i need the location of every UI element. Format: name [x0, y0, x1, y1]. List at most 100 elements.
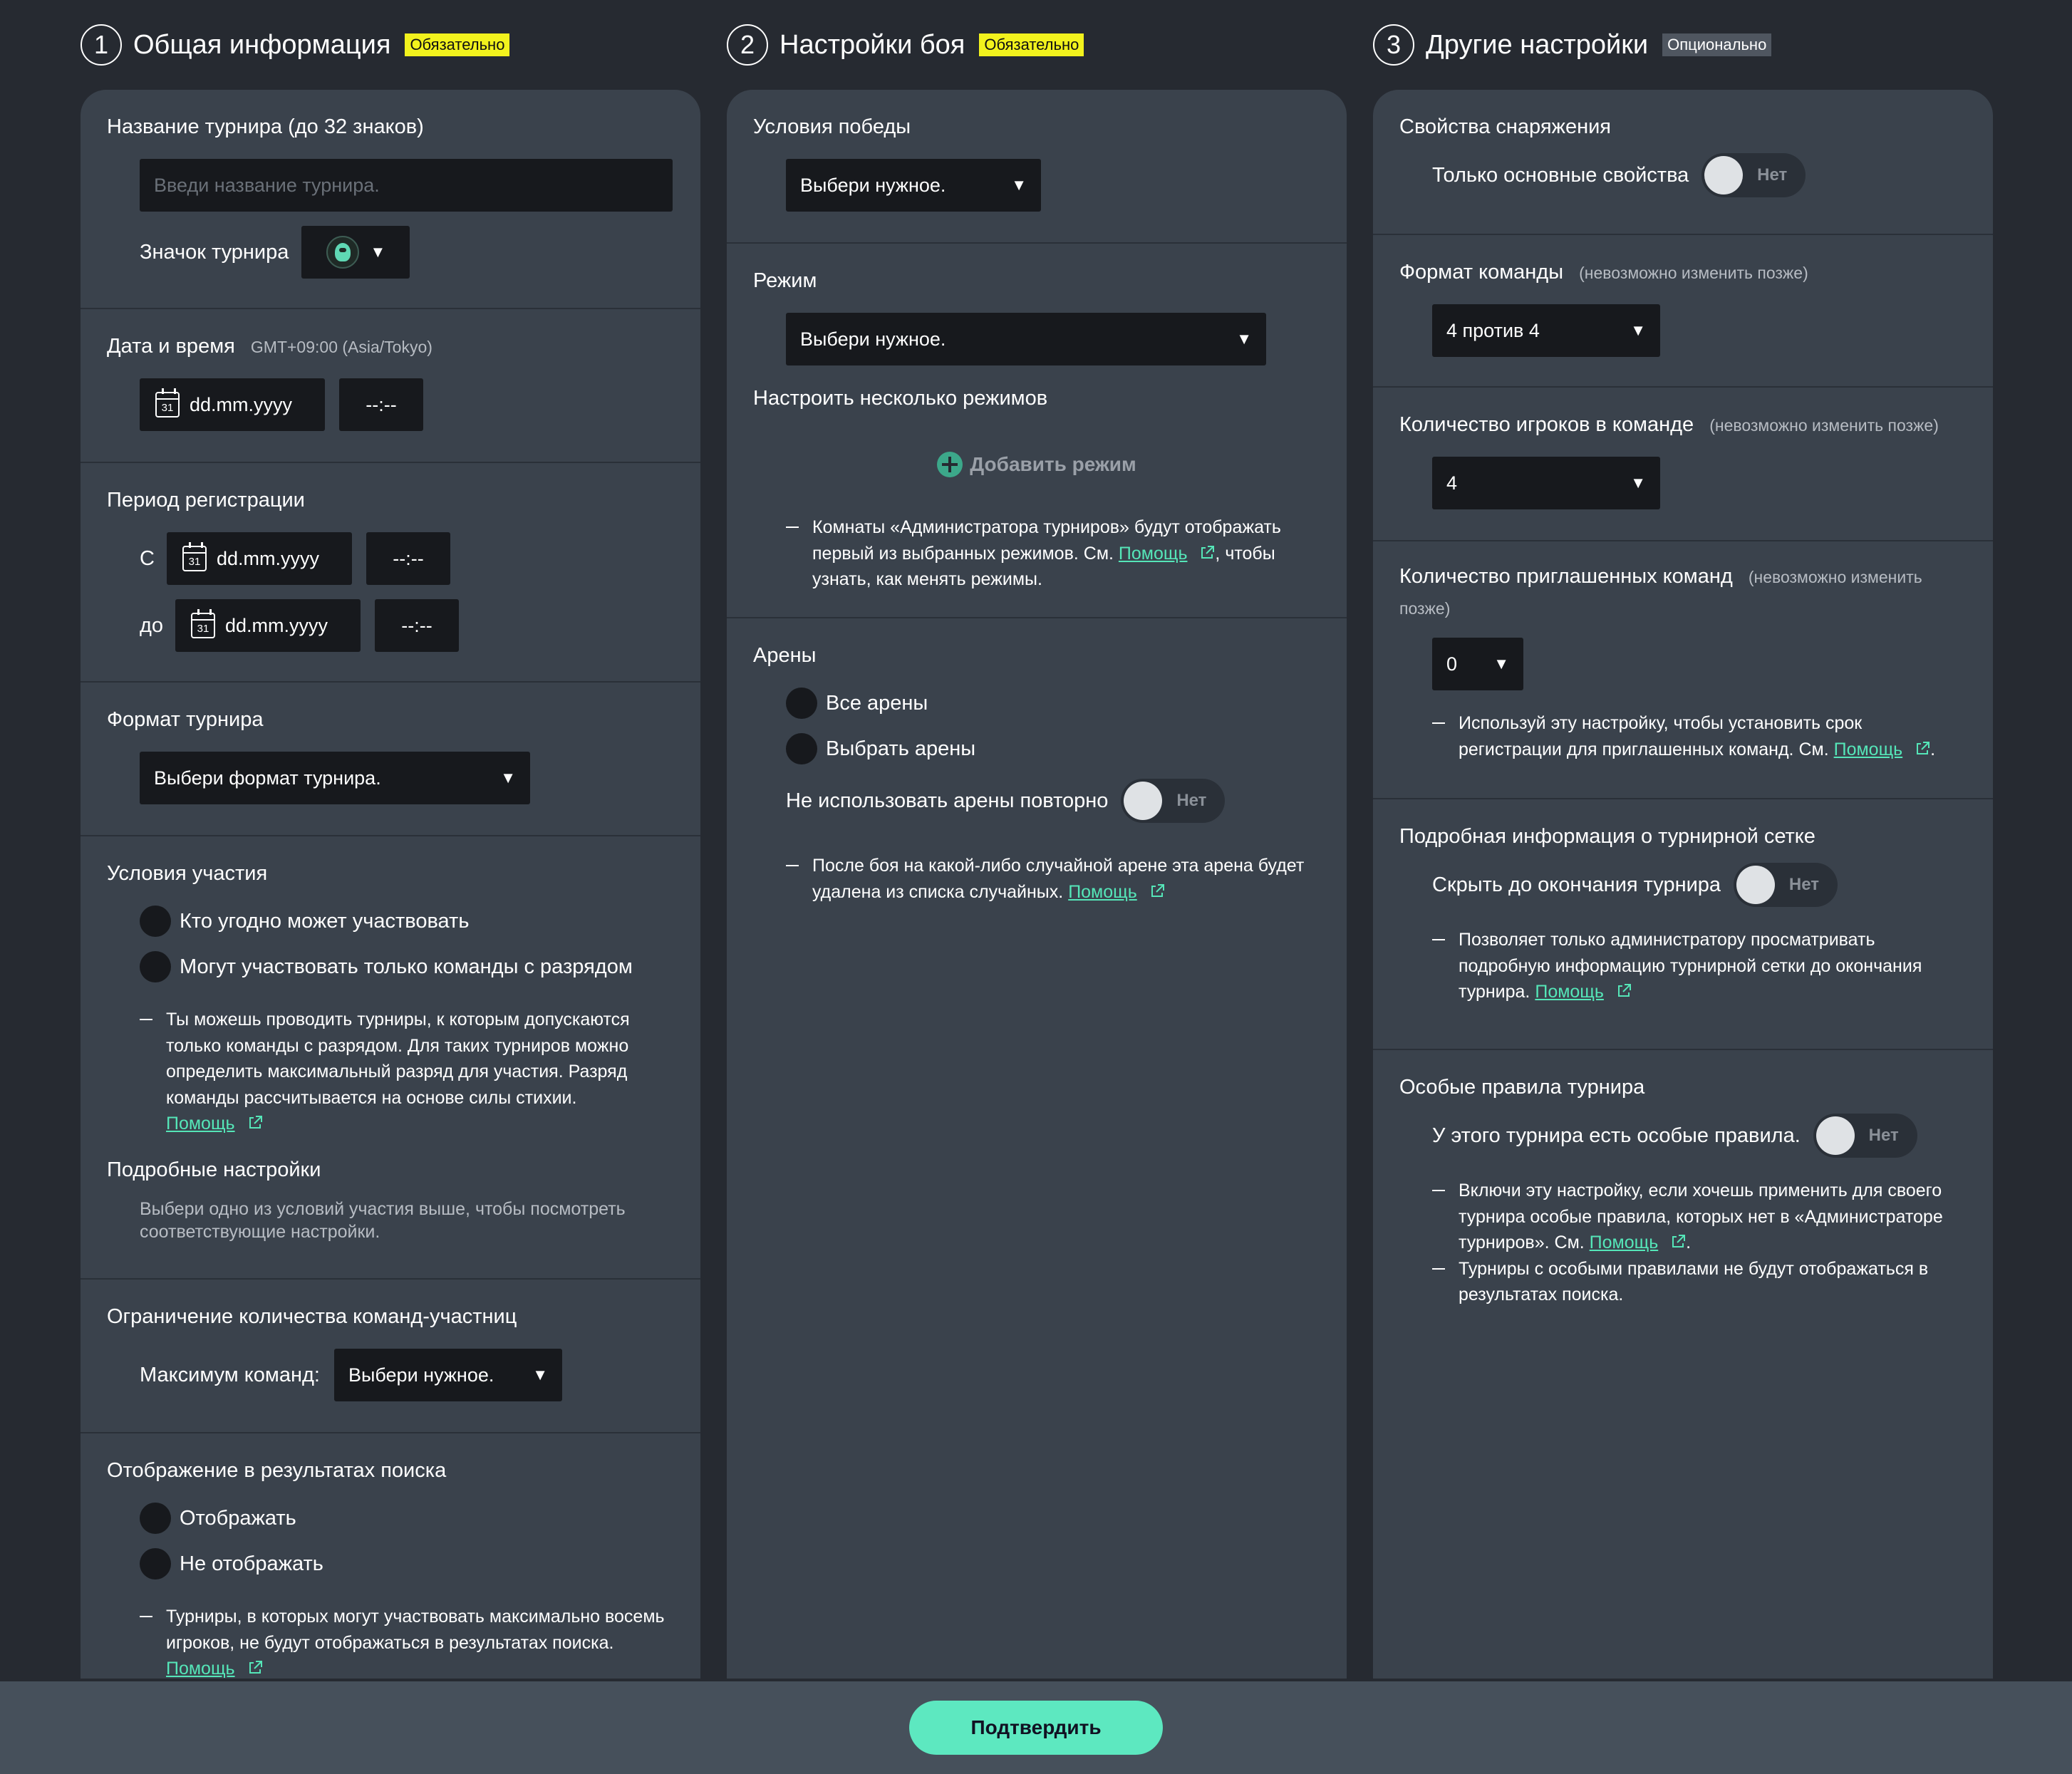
mode-select[interactable]: Выбери нужное. ▼ [786, 313, 1266, 365]
help-link[interactable]: Помощь [166, 1659, 235, 1679]
note-text-end: . [1686, 1233, 1692, 1252]
chevron-down-icon: ▼ [532, 1366, 548, 1384]
section-title: Дата и время GMT+09:00 (Asia/Tokyo) [107, 335, 674, 358]
section-search-display: Отображение в результатах поиска Отображ… [81, 1433, 700, 1679]
invited-title: Количество приглашенных команд [1399, 565, 1733, 588]
start-date-input[interactable]: 31 dd.mm.yyyy [140, 378, 325, 431]
date-placeholder: dd.mm.yyyy [217, 547, 320, 569]
select-value: Выбери формат турнира. [154, 767, 381, 789]
special-rules-toggle[interactable]: Нет [1813, 1114, 1917, 1158]
chevron-down-icon: ▼ [1493, 655, 1509, 673]
registration-end-date-input[interactable]: 31 dd.mm.yyyy [175, 599, 361, 652]
external-link-icon [249, 1116, 262, 1129]
select-value: Выбери нужное. [800, 174, 946, 196]
section-title: Количество приглашенных команд (невозмож… [1399, 561, 1967, 623]
chevron-down-icon: ▼ [1011, 176, 1027, 194]
toggle-knob [1124, 782, 1163, 820]
general-panel: Название турнира (до 32 знаков) Введи на… [81, 90, 700, 1679]
external-link-icon [1672, 1235, 1686, 1247]
datetime-title: Дата и время [107, 335, 235, 358]
toggle-label: Нет [1757, 165, 1788, 185]
multi-mode-title: Настроить несколько режимов [753, 387, 1048, 410]
hide-bracket-label: Скрыть до окончания турнира [1432, 873, 1721, 896]
radio-button[interactable] [786, 733, 817, 764]
registration-start-time-input[interactable]: --:-- [366, 532, 450, 585]
tournament-name-input[interactable]: Введи название турнира. [140, 159, 673, 212]
basic-properties-toggle[interactable]: Нет [1701, 153, 1806, 197]
max-teams-select[interactable]: Выбери нужное. ▼ [333, 1349, 562, 1401]
radio-button[interactable] [140, 1548, 171, 1580]
column-general: 1 Общая информация Обязательно Название … [81, 0, 700, 1679]
help-link[interactable]: Помощь [1834, 740, 1903, 759]
radio-hide[interactable]: Не отображать [140, 1548, 674, 1580]
section-datetime: Дата и время GMT+09:00 (Asia/Tokyo) 31 d… [81, 309, 700, 463]
plus-icon [937, 452, 963, 477]
arenas-notes: После боя на какой-либо случайной арене … [786, 853, 1320, 905]
footer-bar: Подтвердить [0, 1681, 2072, 1774]
section-title: Формат турнира [107, 708, 264, 731]
radio-button[interactable] [140, 1503, 171, 1534]
equipment-label: Только основные свойства [1432, 163, 1689, 187]
tournament-icon-select[interactable]: ▼ [301, 226, 410, 279]
radio-button[interactable] [140, 906, 171, 937]
tournament-format-select[interactable]: Выбери формат турнира. ▼ [140, 752, 530, 804]
radio-select-arenas[interactable]: Выбрать арены [786, 733, 1320, 764]
radio-label: Могут участвовать только команды с разря… [180, 955, 633, 978]
search-notes: Турниры, в которых могут участвовать мак… [140, 1604, 674, 1679]
help-link[interactable]: Помощь [1119, 544, 1188, 564]
mode-notes: Комнаты «Администратора турниров» будут … [786, 514, 1320, 593]
from-label: С [140, 546, 155, 570]
players-per-team-select[interactable]: 4 ▼ [1432, 457, 1660, 509]
section-title: Свойства снаряжения [1399, 115, 1611, 138]
radio-button[interactable] [786, 688, 817, 719]
radio-anyone[interactable]: Кто угодно может участвовать [140, 906, 674, 937]
radio-button[interactable] [140, 951, 171, 982]
note-text: Включи эту настройку, если хочешь примен… [1459, 1181, 1943, 1252]
registration-end-time-input[interactable]: --:-- [375, 599, 459, 652]
chevron-down-icon: ▼ [1630, 321, 1646, 339]
note-item: После боя на какой-либо случайной арене … [786, 853, 1320, 905]
section-title: Режим [753, 269, 817, 292]
section-special-rules: Особые правила турнира У этого турнира е… [1373, 1050, 1993, 1334]
note-text: После боя на какой-либо случайной арене … [812, 856, 1305, 902]
confirm-button[interactable]: Подтвердить [909, 1701, 1163, 1755]
add-mode-button[interactable]: Добавить режим [753, 452, 1320, 477]
win-conditions-select[interactable]: Выбери нужное. ▼ [786, 159, 1041, 212]
help-link[interactable]: Помощь [1590, 1233, 1659, 1252]
toggle-label: Нет [1788, 875, 1820, 894]
players-title: Количество игроков в команде [1399, 413, 1694, 436]
help-link[interactable]: Помощь [1535, 982, 1604, 1002]
battle-panel: Условия победы Выбери нужное. ▼ Режим Вы… [727, 90, 1347, 1679]
section-team-format: Формат команды (невозможно изменить позж… [1373, 235, 1993, 388]
chevron-down-icon: ▼ [1236, 330, 1252, 348]
note-item: Используй эту настройку, чтобы установит… [1432, 710, 1967, 762]
section-mode: Режим Выбери нужное. ▼ Настроить несколь… [727, 244, 1347, 618]
help-link[interactable]: Помощь [1068, 882, 1137, 902]
invited-teams-select[interactable]: 0 ▼ [1432, 638, 1523, 690]
help-link[interactable]: Помощь [166, 1114, 235, 1134]
calendar-icon: 31 [182, 542, 207, 571]
select-value: Выбери нужное. [800, 328, 946, 350]
section-title: Условия победы [753, 115, 911, 138]
section-invited-teams: Количество приглашенных команд (невозмож… [1373, 541, 1993, 799]
column-header: 2 Настройки боя Обязательно [727, 0, 1347, 90]
column-title: Другие настройки [1426, 29, 1649, 60]
hide-bracket-toggle[interactable]: Нет [1734, 863, 1838, 907]
max-teams-label: Максимум команд: [140, 1363, 320, 1386]
start-time-input[interactable]: --:-- [339, 378, 423, 431]
note-item: Ты можешь проводить турниры, к которым д… [140, 1007, 674, 1137]
registration-start-date-input[interactable]: 31 dd.mm.yyyy [167, 532, 352, 585]
radio-ranked-only[interactable]: Могут участвовать только команды с разря… [140, 951, 674, 982]
radio-all-arenas[interactable]: Все арены [786, 688, 1320, 719]
chevron-down-icon: ▼ [500, 769, 516, 787]
section-equipment: Свойства снаряжения Только основные свой… [1373, 90, 1993, 235]
radio-label: Отображать [180, 1506, 296, 1530]
note-text: Используй эту настройку, чтобы установит… [1459, 713, 1863, 759]
no-repeat-toggle[interactable]: Нет [1121, 779, 1226, 823]
radio-show[interactable]: Отображать [140, 1503, 674, 1534]
section-title: Особые правила турнира [1399, 1076, 1645, 1099]
team-format-select[interactable]: 4 против 4 ▼ [1432, 304, 1660, 357]
to-label: до [140, 613, 164, 637]
timezone-label: GMT+09:00 (Asia/Tokyo) [250, 338, 432, 356]
step-number: 1 [81, 24, 122, 66]
